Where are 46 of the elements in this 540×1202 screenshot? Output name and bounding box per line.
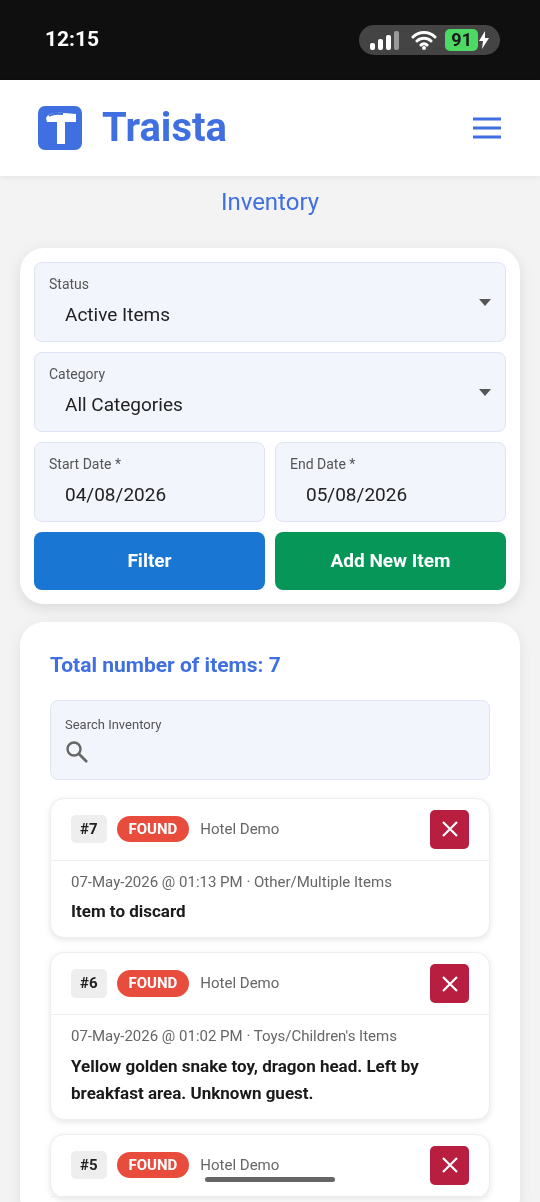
date-field[interactable]: End Date * 05/08/2026 <box>275 442 506 522</box>
dropdown-caret-icon <box>479 298 491 306</box>
field-value: Active Items <box>64 302 170 329</box>
item-number: #7 <box>71 814 107 844</box>
field-value: 05/08/2026 <box>305 482 409 509</box>
item-description: Yellow golden snake toy, dragon head. Left by breakfast area. Unknown guest. <box>71 1054 420 1105</box>
add-item-button[interactable]: Add New Item <box>275 532 506 590</box>
select-field[interactable]: Category All Categories <box>34 352 506 432</box>
field-label: Category <box>49 365 107 385</box>
field-label: Start Date * <box>49 455 122 475</box>
brand-name: Traista <box>102 103 227 153</box>
total-count: Total number of items: 7 <box>50 652 282 679</box>
item-meta: 07-May-2026 @ 01:13 PM · Other/Multiple Items <box>71 871 393 893</box>
close-icon <box>441 821 458 837</box>
status-tag: FOUND <box>116 1151 190 1179</box>
close-icon <box>441 975 458 992</box>
delete-button[interactable] <box>430 809 469 849</box>
field-label: Search Inventory <box>65 715 163 734</box>
dropdown-caret-icon <box>479 388 491 396</box>
status-tag: FOUND <box>116 815 190 843</box>
field-label: End Date * <box>290 455 357 475</box>
search-field[interactable]: Search Inventory <box>50 699 490 780</box>
item-number: #5 <box>71 1150 107 1180</box>
search-icon <box>65 740 89 765</box>
page-title: Inventory <box>220 188 320 216</box>
item-location: Hotel Demo <box>199 818 280 840</box>
close-icon <box>441 1157 458 1173</box>
status-time: 12:15 <box>45 26 100 54</box>
field-value: 04/08/2026 <box>64 482 168 509</box>
item-location: Hotel Demo <box>199 973 280 995</box>
logo-icon <box>38 106 82 150</box>
field-label: Status <box>49 275 91 295</box>
menu-icon[interactable] <box>472 117 502 139</box>
date-field[interactable]: Start Date * 04/08/2026 <box>34 442 265 522</box>
item-number: #6 <box>71 969 107 998</box>
item-location: Hotel Demo <box>199 1154 280 1176</box>
item-description: Item to discard <box>71 900 187 923</box>
select-field[interactable]: Status Active Items <box>34 262 506 342</box>
delete-button[interactable] <box>430 1145 469 1185</box>
delete-button[interactable] <box>430 964 469 1003</box>
filter-button[interactable]: Filter <box>34 532 265 590</box>
item-meta: 07-May-2026 @ 01:02 PM · Toys/Children's Items <box>71 1026 398 1047</box>
status-tag: FOUND <box>116 970 190 997</box>
field-value: All Categories <box>64 392 183 419</box>
wifi-icon <box>411 30 438 50</box>
battery-level: 91 <box>445 29 478 51</box>
